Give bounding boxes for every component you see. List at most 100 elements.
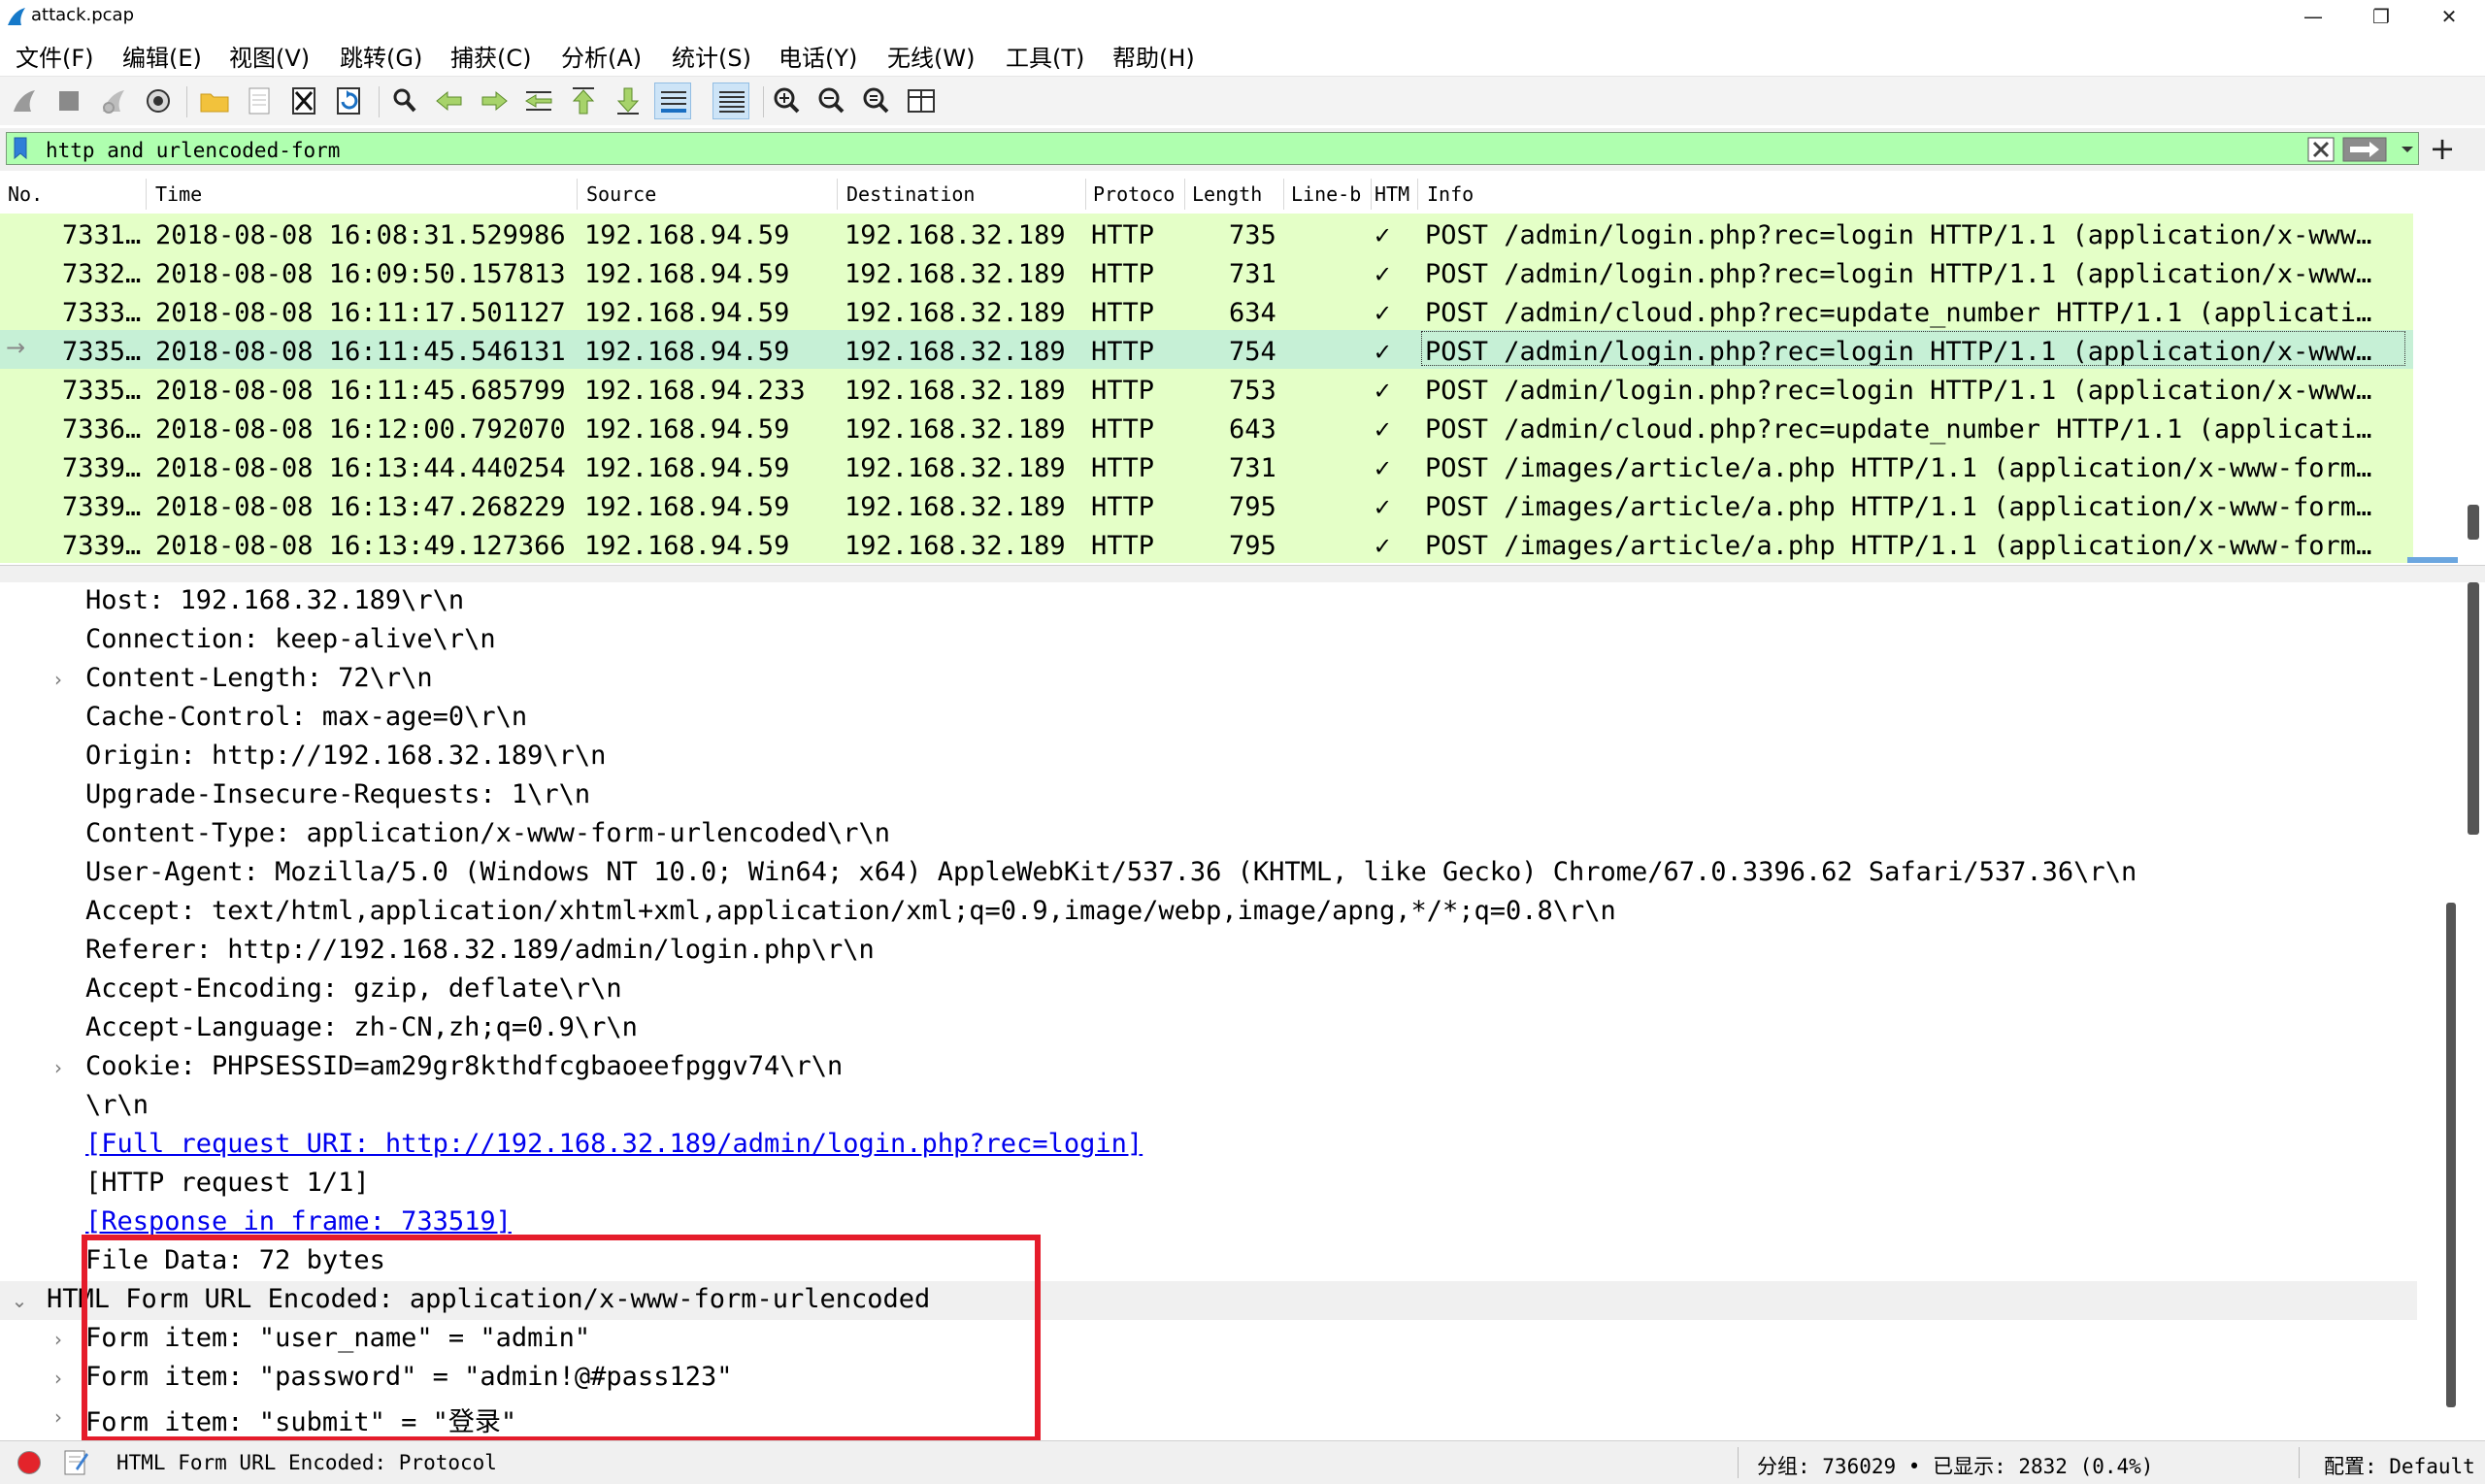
display-filter-input[interactable]: http and urlencoded-form <box>6 132 2419 165</box>
packet-list-scrollbar[interactable] <box>2446 175 2485 563</box>
tree-item[interactable]: Content-Type: application/x-www-form-url… <box>0 815 2417 854</box>
restart-capture-icon[interactable] <box>95 82 132 119</box>
column-header-time[interactable]: Time <box>155 182 563 206</box>
menu-help[interactable]: 帮助(H) <box>1112 39 1195 73</box>
tree-item[interactable]: [HTTP request 1/1] <box>0 1165 2417 1204</box>
menu-go[interactable]: 跳转(G) <box>340 39 422 73</box>
tree-item[interactable]: Origin: http://192.168.32.189\r\n <box>0 738 2417 776</box>
close-file-icon[interactable] <box>285 82 322 119</box>
column-separator[interactable] <box>1417 179 1418 210</box>
close-button[interactable]: ✕ <box>2415 0 2483 33</box>
tree-item[interactable]: Cache-Control: max-age=0\r\n <box>0 699 2417 738</box>
packet-row-selected[interactable]: 7335… 2018-08-08 16:11:45.546131 192.168.9… <box>0 330 2413 369</box>
autoscroll-icon[interactable] <box>654 82 691 119</box>
pane-splitter[interactable] <box>0 565 2485 584</box>
packet-row[interactable]: 7331… 2018-08-08 16:08:31.529986 192.168.9… <box>0 214 2413 252</box>
tree-item[interactable]: User-Agent: Mozilla/5.0 (Windows NT 10.0… <box>0 854 2417 893</box>
chevron-down-icon[interactable]: ⌄ <box>10 1289 29 1312</box>
packet-row[interactable]: 7332… 2018-08-08 16:09:50.157813 192.168.9… <box>0 252 2413 291</box>
chevron-right-icon[interactable]: › <box>49 1405 68 1429</box>
packet-row[interactable]: 7339… 2018-08-08 16:13:47.268229 192.168.9… <box>0 485 2413 524</box>
packet-row[interactable]: 7335… 2018-08-08 16:11:45.685799 192.168.9… <box>0 369 2413 408</box>
column-separator[interactable] <box>1184 179 1185 210</box>
go-back-icon[interactable] <box>431 82 468 119</box>
tree-item[interactable]: Upgrade-Insecure-Requests: 1\r\n <box>0 776 2417 815</box>
stop-capture-icon[interactable] <box>50 82 87 119</box>
tree-item[interactable]: Referer: http://192.168.32.189/admin/log… <box>0 932 2417 971</box>
zoom-in-icon[interactable] <box>769 82 806 119</box>
expert-info-icon[interactable] <box>17 1451 41 1474</box>
packet-row[interactable]: 7339… 2018-08-08 16:13:44.440254 192.168.9… <box>0 446 2413 485</box>
open-file-icon[interactable] <box>196 82 233 119</box>
menu-view[interactable]: 视图(V) <box>229 39 310 73</box>
tree-item-link[interactable]: [Response in frame: 733519] <box>85 1206 512 1237</box>
add-filter-button-icon[interactable]: + <box>2429 132 2456 165</box>
profile-indicator[interactable]: 配置: Default <box>2324 1451 2475 1480</box>
column-header-protocol[interactable]: Protoco <box>1093 182 1180 206</box>
tree-item[interactable]: Accept-Language: zh-CN,zh;q=0.9\r\n <box>0 1009 2417 1048</box>
capture-comment-icon[interactable] <box>62 1447 89 1476</box>
resize-columns-icon[interactable] <box>903 82 940 119</box>
column-separator[interactable] <box>146 179 147 210</box>
chevron-right-icon[interactable]: › <box>49 1328 68 1351</box>
colorize-icon[interactable] <box>712 82 749 119</box>
go-to-packet-icon[interactable] <box>520 82 557 119</box>
go-first-icon[interactable] <box>565 82 602 119</box>
menu-capture[interactable]: 捕获(C) <box>450 39 531 73</box>
apply-filter-icon[interactable] <box>2342 137 2387 162</box>
menu-tools[interactable]: 工具(T) <box>1006 39 1084 73</box>
chevron-right-icon[interactable]: › <box>49 1367 68 1390</box>
tree-item[interactable]: Connection: keep-alive\r\n <box>0 621 2417 660</box>
maximize-button[interactable]: ❐ <box>2347 0 2415 33</box>
menu-analyze[interactable]: 分析(A) <box>561 39 642 73</box>
column-separator[interactable] <box>1371 179 1372 210</box>
tree-item[interactable]: Host: 192.168.32.189\r\n <box>0 582 2417 621</box>
save-file-icon[interactable] <box>241 82 278 119</box>
tree-item[interactable]: Accept: text/html,application/xhtml+xml,… <box>0 893 2417 932</box>
capture-options-icon[interactable] <box>140 82 177 119</box>
bookmark-icon[interactable] <box>13 137 28 160</box>
tree-item[interactable]: [Full request URI: http://192.168.32.189… <box>0 1126 2417 1165</box>
minimize-button[interactable]: — <box>2279 0 2347 33</box>
column-header-no[interactable]: No. <box>8 182 85 206</box>
menu-file[interactable]: 文件(F) <box>16 39 94 73</box>
find-packet-icon[interactable] <box>386 82 423 119</box>
go-last-icon[interactable] <box>610 82 646 119</box>
column-separator[interactable] <box>577 179 578 210</box>
column-header-destination[interactable]: Destination <box>846 182 1079 206</box>
scrollbar-thumb[interactable] <box>2468 582 2479 835</box>
zoom-normal-icon[interactable] <box>858 82 895 119</box>
menu-telephony[interactable]: 电话(Y) <box>779 39 857 73</box>
clear-filter-icon[interactable] <box>2307 137 2335 162</box>
column-separator[interactable] <box>1283 179 1284 210</box>
tree-item[interactable]: \r\n <box>0 1087 2417 1126</box>
column-header-info[interactable]: Info <box>1427 182 1718 206</box>
menu-edit[interactable]: 编辑(E) <box>122 39 202 73</box>
packet-row[interactable]: 7339… 2018-08-08 16:13:49.127366 192.168.9… <box>0 524 2413 563</box>
scrollbar-thumb[interactable] <box>2468 505 2479 540</box>
column-header-line-based[interactable]: Line-b <box>1291 182 1367 206</box>
column-separator[interactable] <box>1085 179 1086 210</box>
column-separator[interactable] <box>837 179 838 210</box>
reload-file-icon[interactable] <box>330 82 367 119</box>
tree-item[interactable]: › Cookie: PHPSESSID=am29gr8kthdfcgbaoeefp… <box>0 1048 2417 1087</box>
inner-scrollbar-thumb[interactable] <box>2446 903 2456 1407</box>
menu-statistics[interactable]: 统计(S) <box>672 39 751 73</box>
display-filter-text[interactable]: http and urlencoded-form <box>46 139 340 162</box>
tree-item[interactable]: › Content-Length: 72\r\n <box>0 660 2417 699</box>
shark-fin-start-icon[interactable] <box>6 82 43 119</box>
column-header-length[interactable]: Length <box>1192 182 1279 206</box>
packet-row[interactable]: 7333… 2018-08-08 16:11:17.501127 192.168.9… <box>0 291 2413 330</box>
chevron-right-icon[interactable]: › <box>49 668 68 691</box>
details-scrollbar[interactable] <box>2446 582 2485 1436</box>
chevron-down-icon[interactable] <box>2397 139 2418 160</box>
tree-item-link[interactable]: [Full request URI: http://192.168.32.189… <box>85 1129 1143 1159</box>
go-forward-icon[interactable] <box>476 82 513 119</box>
chevron-right-icon[interactable]: › <box>49 1056 68 1079</box>
column-header-html[interactable]: HTM <box>1375 182 1415 206</box>
zoom-out-icon[interactable] <box>813 82 850 119</box>
menu-wireless[interactable]: 无线(W) <box>887 39 975 73</box>
packet-row[interactable]: 7336… 2018-08-08 16:12:00.792070 192.168.9… <box>0 408 2413 446</box>
tree-item[interactable]: Accept-Encoding: gzip, deflate\r\n <box>0 971 2417 1009</box>
column-header-source[interactable]: Source <box>586 182 829 206</box>
